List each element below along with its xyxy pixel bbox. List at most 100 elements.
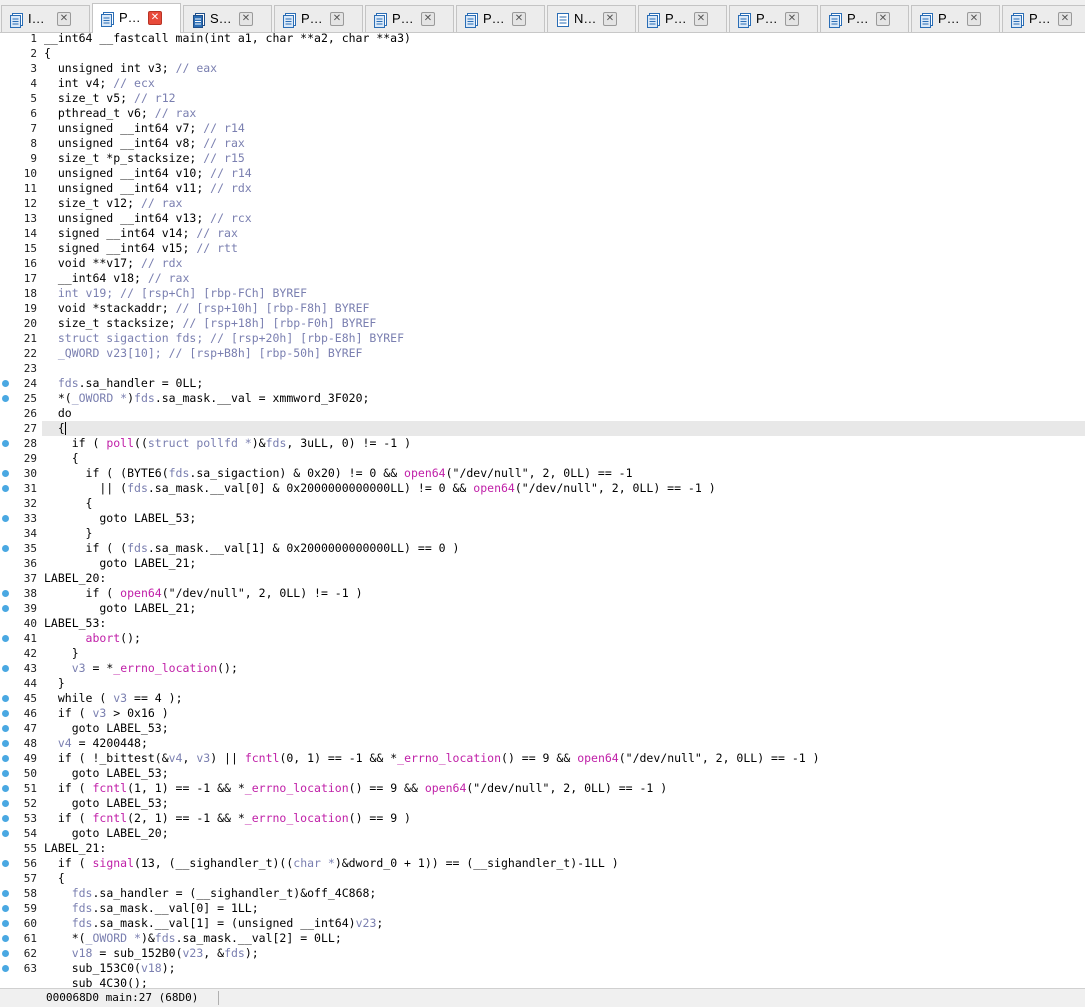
tab-9[interactable]: P… ✕: [729, 5, 818, 32]
code-line[interactable]: void *stackaddr; // [rsp+10h] [rbp-F8h] …: [44, 301, 370, 316]
code-line[interactable]: LABEL_21:: [44, 841, 106, 856]
tab-10[interactable]: P… ✕: [820, 5, 909, 32]
breakpoint-dot-icon[interactable]: [2, 485, 9, 492]
code-line[interactable]: || (fds.sa_mask.__val[0] & 0x20000000000…: [44, 481, 715, 496]
code-line[interactable]: unsigned __int64 v7; // r14: [44, 121, 245, 136]
code-line[interactable]: size_t stacksize; // [rsp+18h] [rbp-F0h]…: [44, 316, 377, 331]
breakpoint-dot-icon[interactable]: [2, 740, 9, 747]
breakpoint-dot-icon[interactable]: [2, 965, 9, 972]
code-line[interactable]: {: [44, 421, 66, 436]
code-line[interactable]: struct sigaction fds; // [rsp+20h] [rbp-…: [44, 331, 404, 346]
code-line[interactable]: goto LABEL_53;: [44, 721, 169, 736]
breakpoint-dot-icon[interactable]: [2, 905, 9, 912]
close-icon[interactable]: ✕: [330, 12, 344, 26]
code-line[interactable]: v18 = sub_152B0(v23, &fds);: [44, 946, 259, 961]
code-line[interactable]: }: [44, 676, 65, 691]
code-line[interactable]: {: [44, 451, 79, 466]
code-line[interactable]: fds.sa_handler = (__sighandler_t)&off_4C…: [44, 886, 377, 901]
breakpoint-dot-icon[interactable]: [2, 605, 9, 612]
code-line[interactable]: unsigned int v3; // eax: [44, 61, 217, 76]
pseudocode-view[interactable]: 1 2 3 4 5 6 7 8 9 10 11 12 13 14 15 16 17 18 19 20 21 22 23 24 2…: [0, 33, 1085, 988]
tab-3[interactable]: S… ✕: [183, 5, 272, 32]
code-line[interactable]: if ( (fds.sa_mask.__val[1] & 0x200000000…: [44, 541, 460, 556]
code-line[interactable]: unsigned __int64 v8; // rax: [44, 136, 245, 151]
breakpoint-dot-icon[interactable]: [2, 665, 9, 672]
line-number-gutter[interactable]: 1 2 3 4 5 6 7 8 9 10 11 12 13 14 15 16 17 18 19 20 21 22 23 24 2…: [0, 33, 42, 988]
breakpoint-dot-icon[interactable]: [2, 950, 9, 957]
tab-12[interactable]: P… ✕: [1002, 5, 1085, 32]
breakpoint-dot-icon[interactable]: [2, 395, 9, 402]
code-line[interactable]: if ( (BYTE6(fds.sa_sigaction) & 0x20) !=…: [44, 466, 633, 481]
close-icon[interactable]: ✕: [148, 11, 162, 25]
code-line[interactable]: unsigned __int64 v10; // r14: [44, 166, 252, 181]
close-icon[interactable]: ✕: [967, 12, 981, 26]
code-line[interactable]: *(_OWORD *)fds.sa_mask.__val = xmmword_3…: [44, 391, 370, 406]
breakpoint-dot-icon[interactable]: [2, 770, 9, 777]
code-line[interactable]: _QWORD v23[10]; // [rsp+B8h] [rbp-50h] B…: [44, 346, 363, 361]
tab-8[interactable]: P… ✕: [638, 5, 727, 32]
breakpoint-dot-icon[interactable]: [2, 725, 9, 732]
breakpoint-dot-icon[interactable]: [2, 785, 9, 792]
code-line[interactable]: do: [44, 406, 72, 421]
code-line[interactable]: if ( signal(13, (__sighandler_t)((char *…: [44, 856, 619, 871]
breakpoint-dot-icon[interactable]: [2, 695, 9, 702]
close-icon[interactable]: ✕: [603, 12, 617, 26]
code-line[interactable]: goto LABEL_53;: [44, 511, 196, 526]
close-icon[interactable]: ✕: [785, 12, 799, 26]
code-line[interactable]: if ( fcntl(1, 1) == -1 && *_errno_locati…: [44, 781, 667, 796]
code-line[interactable]: size_t *p_stacksize; // r15: [44, 151, 245, 166]
code-line[interactable]: if ( v3 > 0x16 ): [44, 706, 169, 721]
code-line[interactable]: goto LABEL_53;: [44, 766, 169, 781]
breakpoint-dot-icon[interactable]: [2, 710, 9, 717]
code-line[interactable]: __int64 __fastcall main(int a1, char **a…: [44, 33, 411, 46]
code-line[interactable]: LABEL_53:: [44, 616, 106, 631]
close-icon[interactable]: ✕: [57, 12, 71, 26]
close-icon[interactable]: ✕: [512, 12, 526, 26]
breakpoint-dot-icon[interactable]: [2, 380, 9, 387]
close-icon[interactable]: ✕: [876, 12, 890, 26]
code-line[interactable]: signed __int64 v15; // rtt: [44, 241, 238, 256]
breakpoint-dot-icon[interactable]: [2, 890, 9, 897]
breakpoint-dot-icon[interactable]: [2, 545, 9, 552]
code-line[interactable]: {: [44, 46, 51, 61]
breakpoint-dot-icon[interactable]: [2, 830, 9, 837]
breakpoint-dot-icon[interactable]: [2, 635, 9, 642]
breakpoint-dot-icon[interactable]: [2, 755, 9, 762]
code-line[interactable]: goto LABEL_21;: [44, 601, 196, 616]
close-icon[interactable]: ✕: [421, 12, 435, 26]
breakpoint-dot-icon[interactable]: [2, 860, 9, 867]
code-line[interactable]: unsigned __int64 v13; // rcx: [44, 211, 252, 226]
code-line[interactable]: fds.sa_mask.__val[1] = (unsigned __int64…: [44, 916, 384, 931]
close-icon[interactable]: ✕: [1058, 12, 1072, 26]
code-line[interactable]: if ( !_bittest(&v4, v3) || fcntl(0, 1) =…: [44, 751, 820, 766]
breakpoint-dot-icon[interactable]: [2, 590, 9, 597]
tab-2[interactable]: P… ✕: [92, 3, 181, 33]
code-line[interactable]: v3 = *_errno_location();: [44, 661, 238, 676]
code-line[interactable]: abort();: [44, 631, 141, 646]
tab-6[interactable]: P… ✕: [456, 5, 545, 32]
code-line[interactable]: int v4; // ecx: [44, 76, 155, 91]
code-line[interactable]: if ( open64("/dev/null", 2, 0LL) != -1 ): [44, 586, 363, 601]
breakpoint-dot-icon[interactable]: [2, 935, 9, 942]
code-line[interactable]: {: [44, 496, 93, 511]
code-line[interactable]: }: [44, 526, 93, 541]
code-line[interactable]: fds.sa_mask.__val[0] = 1LL;: [44, 901, 259, 916]
tab-1[interactable]: I… ✕: [1, 5, 90, 32]
breakpoint-dot-icon[interactable]: [2, 470, 9, 477]
breakpoint-dot-icon[interactable]: [2, 440, 9, 447]
code-line[interactable]: int v19; // [rsp+Ch] [rbp-FCh] BYREF: [44, 286, 307, 301]
tab-11[interactable]: P… ✕: [911, 5, 1000, 32]
breakpoint-dot-icon[interactable]: [2, 800, 9, 807]
code-line[interactable]: LABEL_20:: [44, 571, 106, 586]
code-line[interactable]: size_t v5; // r12: [44, 91, 176, 106]
tab-7[interactable]: N… ✕: [547, 5, 636, 32]
code-line[interactable]: size_t v12; // rax: [44, 196, 183, 211]
tab-4[interactable]: P… ✕: [274, 5, 363, 32]
code-line[interactable]: pthread_t v6; // rax: [44, 106, 196, 121]
code-line[interactable]: goto LABEL_53;: [44, 796, 169, 811]
code-line[interactable]: sub_153C0(v18);: [44, 961, 176, 976]
code-line[interactable]: unsigned __int64 v11; // rdx: [44, 181, 252, 196]
code-line[interactable]: }: [44, 646, 79, 661]
code-line[interactable]: signed __int64 v14; // rax: [44, 226, 238, 241]
code-line[interactable]: void **v17; // rdx: [44, 256, 183, 271]
